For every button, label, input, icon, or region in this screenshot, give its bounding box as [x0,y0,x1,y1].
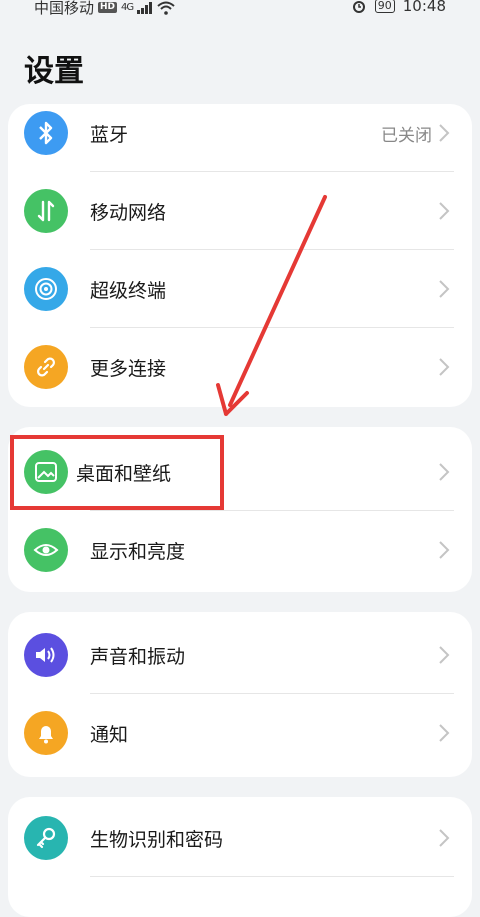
annotation-arrow-icon [216,195,327,416]
